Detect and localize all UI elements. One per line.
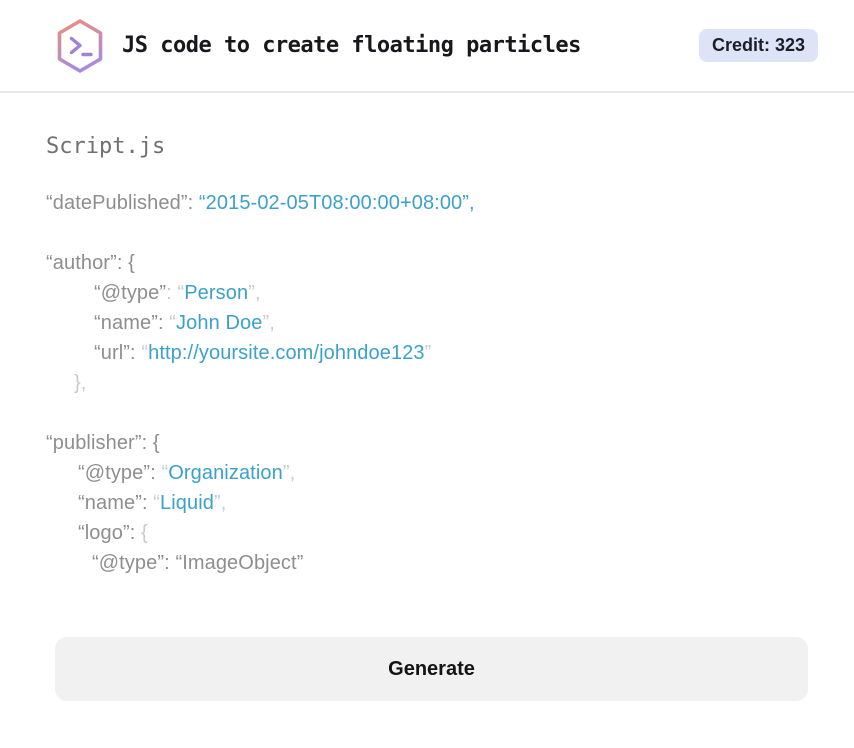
code-token: “logo”: (78, 522, 142, 544)
code-line: }, (46, 368, 808, 398)
code-line: “@type”: “ImageObject” (46, 548, 808, 578)
code-token: “name”: (94, 312, 170, 334)
code-lines: “datePublished”: “2015-02-05T08:00:00+08… (46, 188, 808, 578)
code-token: “datePublished”: (46, 192, 199, 214)
code-token: “@type” (94, 282, 167, 304)
code-token: “@type”: (78, 462, 162, 484)
file-name-heading: Script.js (46, 134, 166, 159)
credit-badge: Credit: 323 (698, 29, 818, 62)
code-line: “author”: { (46, 248, 808, 278)
code-token: http://yoursite.com/johndoe123 (148, 342, 425, 364)
code-token: Person (184, 282, 249, 304)
code-line: “name”: “Liquid”, (46, 488, 808, 518)
editor-panel: Script.js “datePublished”: “2015-02-05T0… (0, 93, 854, 578)
footer-action-row: Generate (0, 578, 854, 701)
code-token: “url”: (94, 342, 142, 364)
code-token: “name”: (78, 492, 154, 514)
code-line: “datePublished”: “2015-02-05T08:00:00+08… (46, 188, 808, 218)
code-token: “author”: { (46, 252, 135, 274)
code-token: Organization (168, 462, 283, 484)
code-token: John Doe (176, 312, 263, 334)
code-token: ”, (282, 462, 296, 484)
generate-button[interactable]: Generate (55, 637, 808, 701)
code-line: “name”: “John Doe”, (46, 308, 808, 338)
code-token: “2015-02-05T08:00:00+08:00”, (198, 192, 475, 214)
code-line: “publisher”: { (46, 428, 808, 458)
code-token: ”, (214, 492, 227, 514)
code-token: : “ (166, 282, 185, 304)
code-token: Liquid (160, 492, 215, 514)
code-token: “publisher”: { (46, 432, 160, 454)
code-token: ” (424, 342, 432, 364)
code-line: “@type”: “Person”, (46, 278, 808, 308)
code-token: ”, (248, 282, 261, 304)
code-line: “url”: “http://yoursite.com/johndoe123” (46, 338, 808, 368)
page-title: JS code to create floating particles (122, 33, 581, 58)
terminal-hexagon-icon (55, 18, 105, 74)
code-token: “@type”: “ImageObject” (92, 552, 304, 574)
code-line: “@type”: “Organization”, (46, 458, 808, 488)
code-token: }, (74, 372, 87, 394)
code-token: ”, (262, 312, 275, 334)
code-token: { (141, 522, 148, 544)
code-line: “logo”: { (46, 518, 808, 548)
app-header: JS code to create floating particles Cre… (0, 0, 854, 93)
